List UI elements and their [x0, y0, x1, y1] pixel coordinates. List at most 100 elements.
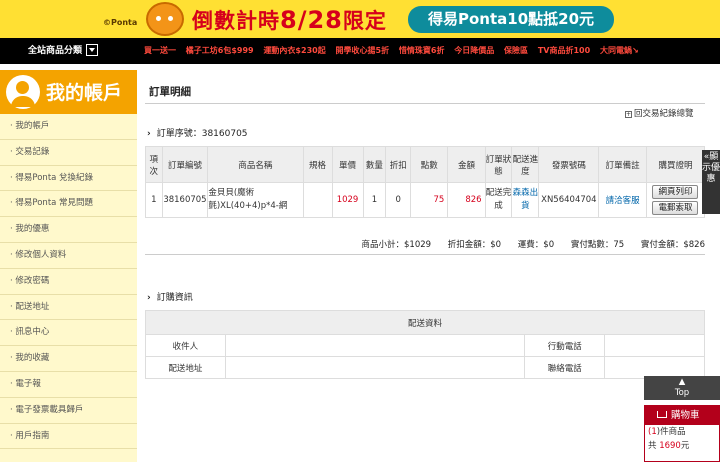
sidebar-item[interactable]: 我的帳戶: [0, 114, 137, 140]
cell-order-status: 配送完成: [484, 182, 513, 218]
col-header: 規格: [302, 146, 333, 183]
up-arrow-icon: ▲: [678, 377, 686, 387]
order-detail-main: 訂單明細 + 回交易紀錄總覽 › 訂單序號：38160705 項次 訂單編號 商品名…: [145, 80, 706, 379]
chevron-right-icon: ›: [147, 293, 151, 303]
sidebar-header: 我的帳戶: [0, 70, 137, 114]
recipient-value: [224, 334, 526, 357]
nav-link[interactable]: 開學收心揚5折: [336, 46, 390, 55]
order-table: 項次 訂單編號 商品名稱 規格 單價 數量 折扣 點數 金額 訂單狀態 配送進度…: [145, 146, 706, 218]
cell-delivery-progress[interactable]: 森森出貨: [511, 182, 540, 218]
top-nav: 全站商品分類 買一送一 橘子工坊6包$999 運動內衣$230起 開學收心揚5折…: [0, 38, 720, 64]
cell-amount: 826: [447, 182, 486, 218]
table-row: 收件人 行動電話: [145, 334, 705, 357]
sidebar-item[interactable]: 得易Ponta 兌換紀錄: [0, 166, 137, 192]
ponta-logo: ©Ponta: [103, 18, 138, 27]
table-row: 配送地址 聯絡電話: [145, 356, 705, 379]
sidebar-item[interactable]: 我的優惠: [0, 217, 137, 243]
summary-points: 實付點數：75: [570, 240, 625, 250]
order-serial: › 訂單序號：38160705: [147, 126, 248, 139]
cart-total-pre: 共: [648, 441, 660, 451]
address-value: [224, 356, 526, 379]
nav-link[interactable]: 買一送一: [144, 46, 176, 55]
phone-label: 聯絡電話: [524, 356, 606, 379]
all-categories-label: 全站商品分類: [28, 46, 83, 56]
col-header: 商品名稱: [207, 146, 304, 183]
col-header: 金額: [447, 146, 486, 183]
show-promo-tab[interactable]: «顯示優惠: [702, 150, 720, 214]
nav-link[interactable]: 運動內衣$230起: [263, 46, 325, 55]
purchase-info-title: 訂購資訊: [156, 293, 193, 303]
cell-index: 1: [145, 182, 163, 218]
sidebar-item[interactable]: 配送地址: [0, 295, 137, 321]
order-summary: 商品小計：$1029 折扣金額：$0 運費：$0 實付點數：75 實付金額：$8…: [145, 238, 705, 255]
banner-ponta-offer: 得易Ponta10點抵20元: [408, 6, 614, 33]
mobile-label: 行動電話: [524, 334, 606, 357]
summary-subtotal: 商品小計：$1029: [361, 240, 432, 250]
nav-link[interactable]: 保險區: [504, 46, 528, 55]
cell-price: 1029: [331, 182, 364, 218]
cell-discount: 0: [385, 182, 412, 218]
sidebar-item[interactable]: 修改密碼: [0, 269, 137, 295]
summary-discount: 折扣金額：$0: [447, 240, 502, 250]
back-to-top-button[interactable]: ▲ Top: [644, 376, 720, 400]
page-root: ©Ponta 倒數計時8/28限定 得易Ponta10點抵20元 全站商品分類 …: [0, 0, 720, 462]
col-header: 訂單備註: [598, 146, 647, 183]
col-header: 購買證明: [645, 146, 706, 183]
col-header: 訂單編號: [161, 146, 209, 183]
sidebar-item[interactable]: 得易Ponta 常見問題: [0, 191, 137, 218]
sidebar-menu: 我的帳戶 交易記錄 得易Ponta 兌換紀錄 得易Ponta 常見問題 我的優惠…: [0, 114, 137, 450]
banner-headline-post: 限定: [342, 9, 387, 33]
sidebar-item[interactable]: 訊息中心: [0, 320, 137, 347]
delivery-header: 配送資料: [145, 310, 705, 335]
print-page-button[interactable]: 網頁列印: [652, 185, 699, 199]
page-title: 訂單明細: [145, 80, 705, 104]
email-request-button[interactable]: 電郵索取: [652, 201, 699, 215]
top-label: Top: [674, 388, 690, 398]
sidebar-item[interactable]: 用戶指南: [0, 424, 137, 450]
sidebar-item[interactable]: 電子報: [0, 372, 137, 398]
purchase-info-heading: › 訂購資訊: [147, 290, 193, 303]
cart-header[interactable]: 購物車: [645, 406, 719, 425]
col-header: 數量: [362, 146, 387, 183]
sidebar-item[interactable]: 我的收藏: [0, 346, 137, 372]
sidebar-item[interactable]: 電子發票載具歸戶: [0, 398, 137, 424]
cell-purchase-proof: 網頁列印 電郵索取: [645, 182, 706, 218]
contact-service-link[interactable]: 請洽客服: [598, 182, 647, 218]
back-link-label: 回交易紀錄總覽: [634, 109, 694, 119]
cell-product-name[interactable]: 金貝貝(魔術氈)XL(40+4)p*4-網: [207, 182, 304, 218]
summary-shipping: 運費：$0: [517, 240, 555, 250]
recipient-label: 收件人: [145, 334, 226, 357]
col-header: 發票號碼: [538, 146, 600, 183]
sidebar-item[interactable]: 修改個人資料: [0, 243, 137, 269]
banner-headline-date: 8/28: [280, 6, 343, 34]
nav-link[interactable]: TV商品折100: [538, 46, 590, 55]
nav-link[interactable]: 今日降價品: [454, 46, 494, 55]
banner-headline: 倒數計時8/28限定: [192, 5, 387, 35]
col-header: 點數: [410, 146, 449, 183]
cell-order-id: 38160705: [161, 182, 209, 218]
col-header: 折扣: [385, 146, 412, 183]
back-icon: +: [625, 111, 632, 118]
nav-link[interactable]: 惜情珠寶6折: [399, 46, 445, 55]
col-header: 配送進度: [511, 146, 540, 183]
dropdown-arrow-icon: [86, 43, 99, 56]
cell-spec: [302, 182, 333, 218]
promo-banner[interactable]: ©Ponta 倒數計時8/28限定 得易Ponta10點抵20元: [0, 0, 720, 38]
banner-headline-pre: 倒數計時: [192, 9, 280, 33]
cart-total: 共 1690元: [645, 439, 719, 453]
all-categories-button[interactable]: 全站商品分類: [0, 38, 138, 64]
cart-total-value: 1690: [659, 441, 681, 451]
chevron-right-icon: ›: [147, 129, 151, 139]
summary-paid: 實付金額：$826: [640, 240, 705, 250]
delivery-info-table: 配送資料 收件人 行動電話 配送地址 聯絡電話: [145, 310, 705, 379]
sidebar-item[interactable]: 交易記錄: [0, 140, 137, 166]
sidebar-title: 我的帳戶: [46, 82, 123, 104]
ponta-fox-mascot-icon: [146, 2, 184, 36]
nav-link[interactable]: 大同電鍋↘: [600, 46, 639, 55]
nav-link[interactable]: 橘子工坊6包$999: [186, 46, 254, 55]
cart-title: 購物車: [671, 410, 700, 421]
cart-widget[interactable]: 購物車 (1)件商品 共 1690元: [644, 405, 720, 462]
cart-total-unit: 元: [680, 441, 690, 451]
order-table-header: 項次 訂單編號 商品名稱 規格 單價 數量 折扣 點數 金額 訂單狀態 配送進度…: [145, 146, 706, 183]
back-to-transactions-link[interactable]: + 回交易紀錄總覽: [625, 107, 694, 119]
